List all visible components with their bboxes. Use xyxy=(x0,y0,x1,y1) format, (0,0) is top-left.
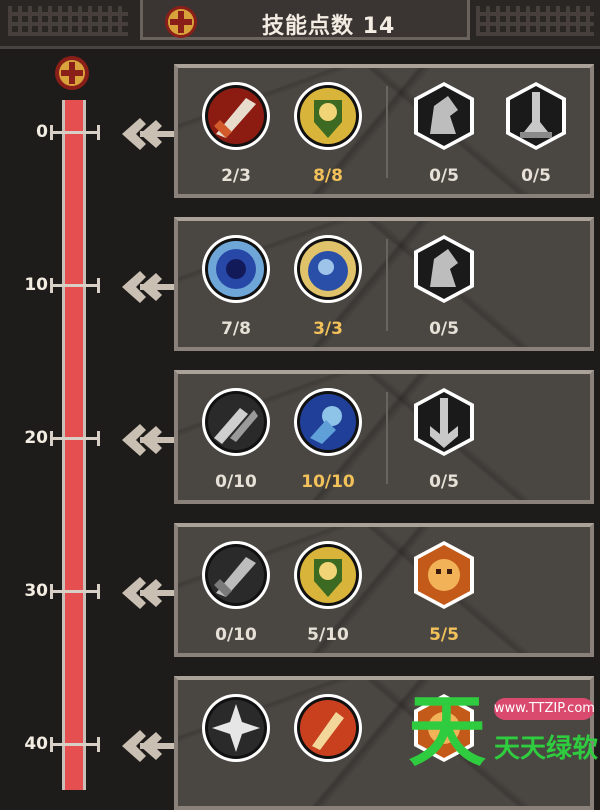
tier-connector-arrow-icon xyxy=(122,424,176,456)
watermark-logo-char: 天 xyxy=(407,687,486,777)
blue-knight-skill-icon xyxy=(294,235,362,303)
tier-connector-arrow-icon xyxy=(122,118,176,150)
skill-slot[interactable]: 8/8 xyxy=(288,80,368,190)
watermark-url: www.TTZIP.com xyxy=(494,698,595,720)
fire-sword-skill-icon xyxy=(202,82,270,150)
locked-sword-spire-skill-icon xyxy=(506,82,566,150)
tier-connector-arrow-icon xyxy=(122,730,176,762)
skill-slot[interactable]: 5/5 xyxy=(404,539,484,649)
golden-knight-skill-icon xyxy=(294,82,362,150)
locked-horse-head-skill-icon xyxy=(414,82,474,150)
skill-slot[interactable]: 0/10 xyxy=(196,539,276,649)
tier-divider xyxy=(386,86,388,178)
level-tick-label: 20 xyxy=(24,428,48,448)
decorative-pattern xyxy=(8,6,128,36)
watermark-brand: 天天绿软 xyxy=(494,734,599,764)
skill-slot[interactable]: 7/8 xyxy=(196,233,276,343)
skill-tier-4: 0/10 5/10 5/5 xyxy=(174,523,594,657)
level-tick-label: 10 xyxy=(24,275,48,295)
skill-level-count: 0/5 xyxy=(429,166,459,186)
skill-slot[interactable] xyxy=(288,692,368,802)
skill-slot[interactable]: 0/10 xyxy=(196,386,276,496)
skill-slot[interactable]: 10/10 xyxy=(288,386,368,496)
skill-level-count: 0/5 xyxy=(429,319,459,339)
skill-tier-3: 0/10 10/10 0/5 xyxy=(174,370,594,504)
level-tick-label: 0 xyxy=(36,122,48,142)
level-tick: 40 xyxy=(0,734,110,754)
track-top-coin-icon xyxy=(55,56,89,90)
skill-level-count: 7/8 xyxy=(221,319,251,339)
white-star-burst-skill-icon xyxy=(202,694,270,762)
skill-level-count: 0/10 xyxy=(215,625,257,645)
skill-tier-2: 7/8 3/3 0/5 xyxy=(174,217,594,351)
skill-point-coin-icon xyxy=(165,6,197,38)
skill-level-count: 5/5 xyxy=(429,625,459,645)
skill-slot[interactable]: 0/5 xyxy=(404,233,484,343)
skill-level-count: 0/10 xyxy=(215,472,257,492)
skill-level-count: 0/5 xyxy=(521,166,551,186)
skill-slot[interactable]: 2/3 xyxy=(196,80,276,190)
skill-points-label: 技能点数 14 xyxy=(262,14,396,39)
locked-sword-skill-icon xyxy=(202,541,270,609)
skill-slot[interactable]: 0/5 xyxy=(496,80,576,190)
skill-level-count: 5/10 xyxy=(307,625,349,645)
golden-knight-skill-icon xyxy=(294,541,362,609)
fire-blade-skill-icon xyxy=(294,694,362,762)
level-tick: 0 xyxy=(0,122,110,142)
skill-slot[interactable]: 3/3 xyxy=(288,233,368,343)
decorative-pattern xyxy=(476,6,594,36)
level-tick-label: 40 xyxy=(24,734,48,754)
tier-divider xyxy=(386,239,388,331)
level-tick: 30 xyxy=(0,581,110,601)
blue-vortex-skill-icon xyxy=(202,235,270,303)
tier-connector-arrow-icon xyxy=(122,271,176,303)
locked-dual-sword-skill-icon xyxy=(202,388,270,456)
tier-connector-arrow-icon xyxy=(122,577,176,609)
skill-slot[interactable]: 5/10 xyxy=(288,539,368,649)
skill-level-count: 2/3 xyxy=(221,166,251,186)
orange-beast-skill-icon xyxy=(414,541,474,609)
level-tick: 10 xyxy=(0,275,110,295)
blue-mage-skill-icon xyxy=(294,388,362,456)
tier-divider xyxy=(386,392,388,484)
level-tick: 20 xyxy=(0,428,110,448)
skill-slot[interactable] xyxy=(196,692,276,802)
locked-horse-head-skill-icon xyxy=(414,235,474,303)
skill-level-count: 8/8 xyxy=(313,166,343,186)
skill-level-count: 0/5 xyxy=(429,472,459,492)
skill-tier-1: 2/3 8/8 0/5 0/5 xyxy=(174,64,594,198)
top-bar: 技能点数 14 xyxy=(0,0,600,49)
skill-slot[interactable]: 0/5 xyxy=(404,386,484,496)
skill-level-count: 10/10 xyxy=(301,472,355,492)
site-watermark: 天 www.TTZIP.com 天天绿软 xyxy=(402,690,598,775)
locked-arrow-skill-icon xyxy=(414,388,474,456)
level-tick-label: 30 xyxy=(24,581,48,601)
skill-slot[interactable]: 0/5 xyxy=(404,80,484,190)
skill-level-count: 3/3 xyxy=(313,319,343,339)
